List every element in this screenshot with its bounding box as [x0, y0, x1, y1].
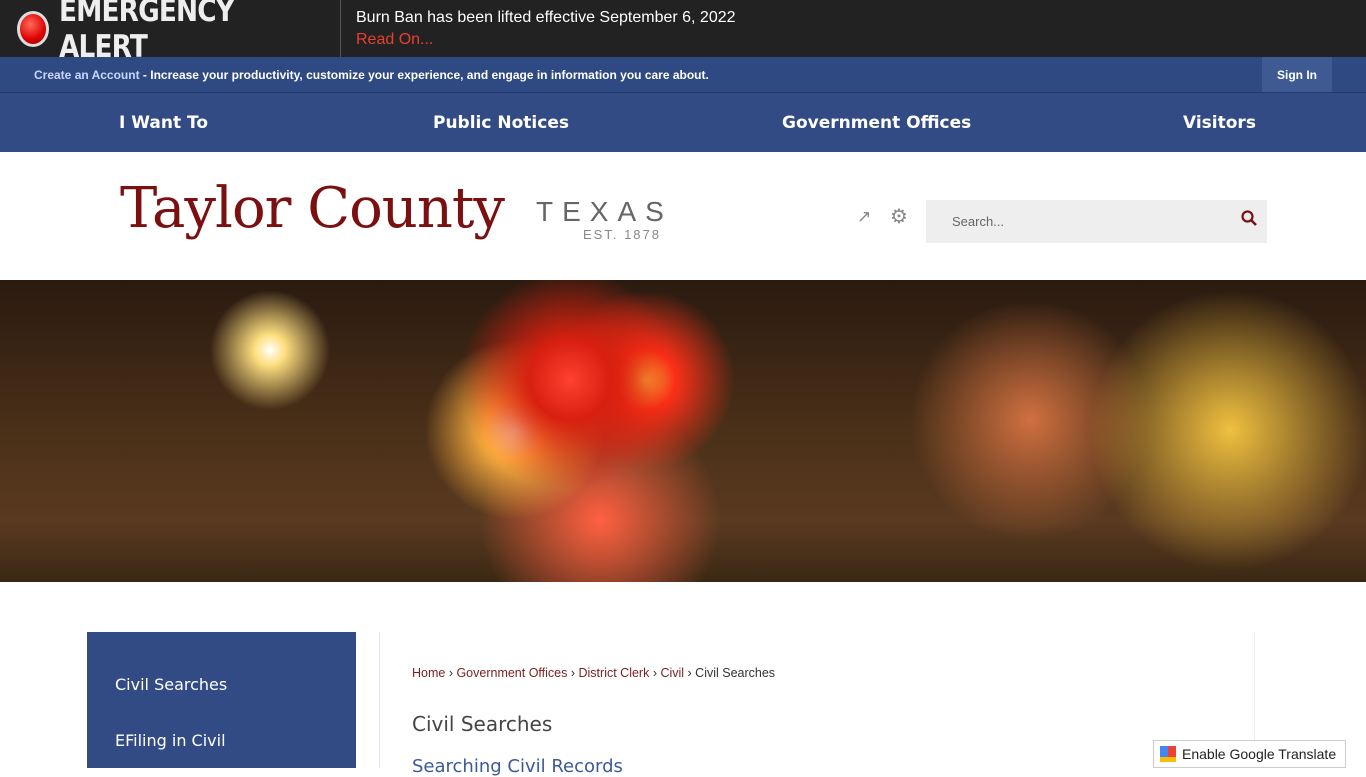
breadcrumb-home[interactable]: Home [412, 666, 445, 680]
search-input[interactable]: Search... [926, 200, 1267, 243]
sidebar-item-civil-searches[interactable]: Civil Searches [115, 675, 227, 694]
main-nav: I Want To Public Notices Government Offi… [0, 93, 1366, 152]
divider [379, 632, 380, 768]
alert-message: Burn Ban has been lifted effective Septe… [356, 8, 736, 26]
logo-state: TEXAS [536, 196, 673, 227]
share-icon[interactable]: ↗ [857, 207, 871, 227]
alert-heading: EMERGENCY ALERT [0, 0, 341, 65]
sign-in-button[interactable]: Sign In [1262, 57, 1332, 92]
translate-label: Enable Google Translate [1182, 746, 1337, 762]
alert-icon [17, 10, 50, 47]
breadcrumb-district-clerk[interactable]: District Clerk [579, 666, 650, 680]
google-translate-button[interactable]: Enable Google Translate [1153, 740, 1346, 768]
page-title: Civil Searches [412, 712, 553, 736]
gear-icon[interactable]: ⚙ [890, 204, 908, 229]
read-on-link[interactable]: Read On... [356, 29, 736, 51]
create-account-link[interactable]: Create an Account [34, 68, 140, 82]
sidebar-item-efiling[interactable]: EFiling in Civil [115, 731, 226, 750]
breadcrumb: Home › Government Offices › District Cle… [412, 666, 776, 680]
alert-title: EMERGENCY ALERT [59, 0, 235, 65]
logo-est: EST. 1878 [583, 227, 661, 242]
nav-government-offices[interactable]: Government Offices [782, 113, 971, 133]
search-placeholder: Search... [952, 214, 1005, 229]
section-link[interactable]: Searching Civil Records [412, 756, 623, 777]
breadcrumb-government-offices[interactable]: Government Offices [456, 666, 567, 680]
nav-public-notices[interactable]: Public Notices [433, 113, 569, 133]
sidebar: Civil Searches EFiling in Civil [87, 632, 356, 768]
emergency-alert-bar: EMERGENCY ALERT Burn Ban has been lifted… [0, 0, 1366, 65]
search-icon[interactable] [1241, 210, 1257, 226]
breadcrumb-current: Civil Searches [695, 666, 776, 680]
account-text: - Increase your productivity, customize … [139, 67, 709, 82]
nav-visitors[interactable]: Visitors [1183, 113, 1256, 133]
nav-i-want-to[interactable]: I Want To [119, 113, 208, 133]
breadcrumb-civil[interactable]: Civil [660, 666, 684, 680]
hero-image [0, 280, 1366, 582]
account-bar: Create an Account - Increase your produc… [0, 57, 1366, 93]
google-icon [1160, 746, 1176, 762]
logo-name[interactable]: Taylor County [120, 176, 505, 241]
